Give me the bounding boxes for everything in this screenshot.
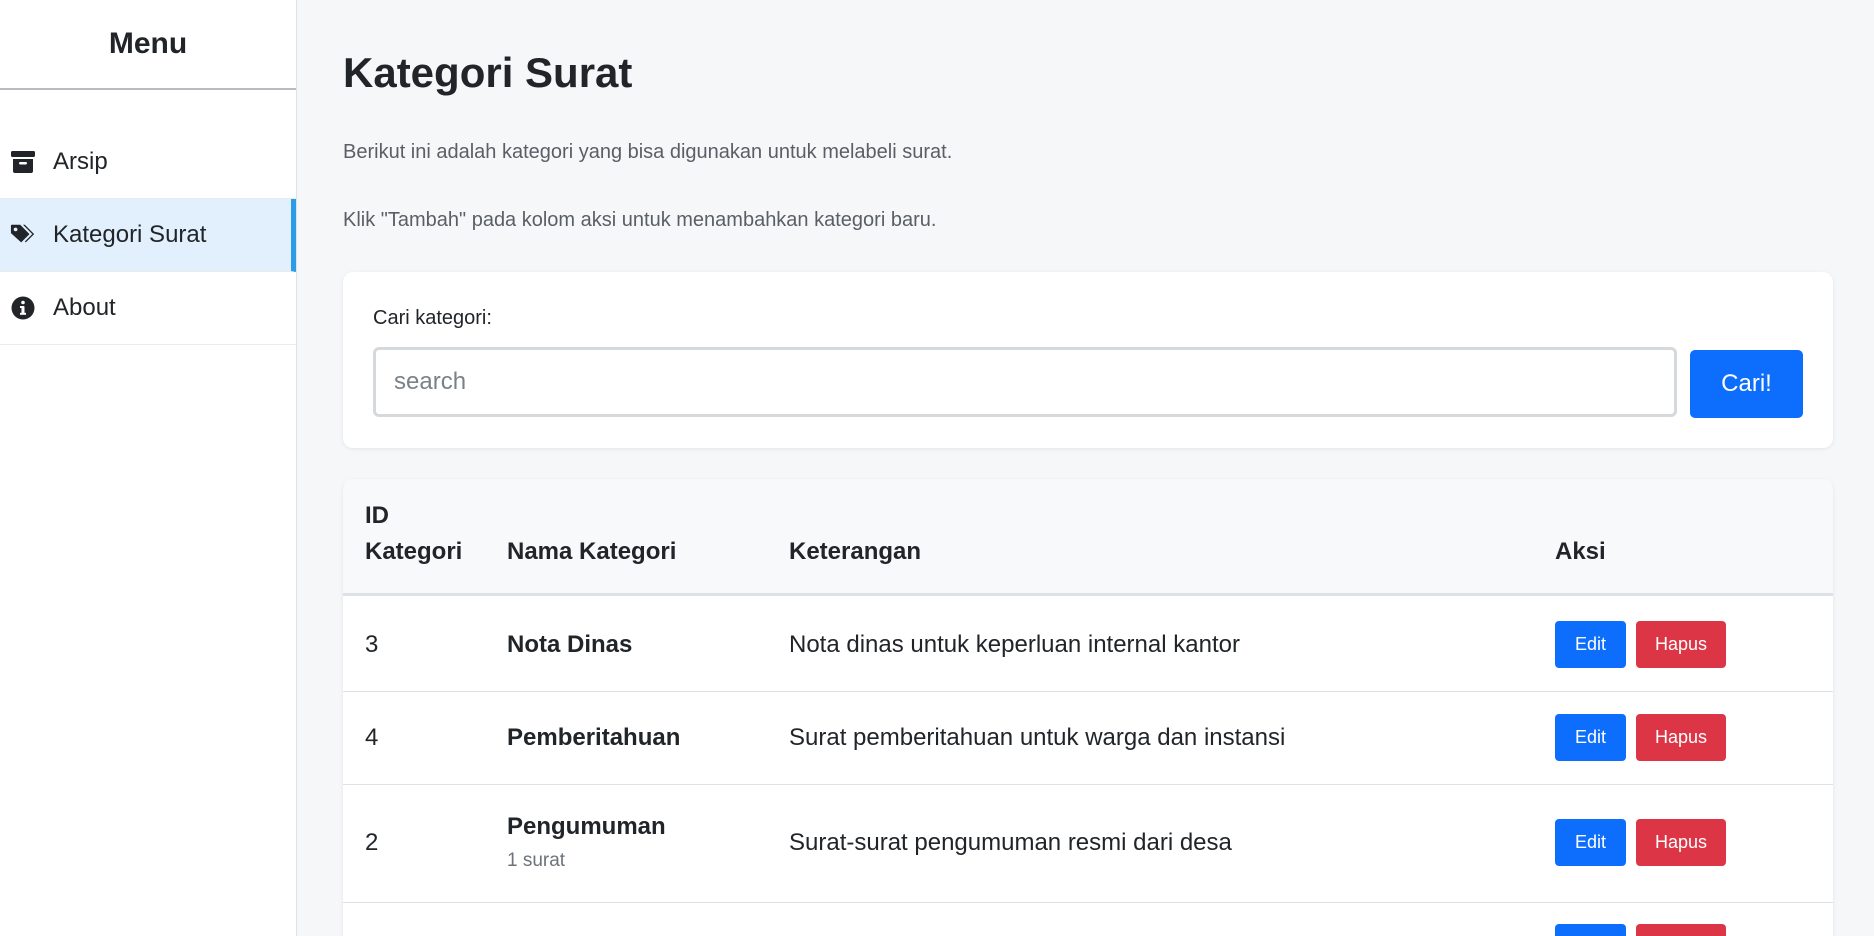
search-input[interactable] bbox=[373, 347, 1677, 417]
category-description: Surat pemberitahuan untuk warga dan inst… bbox=[789, 724, 1286, 751]
column-header-id: ID Kategori bbox=[365, 502, 463, 565]
column-header-description: Keterangan bbox=[789, 538, 922, 565]
table-row: 2 Pengumuman 1 surat Surat-surat pengumu… bbox=[343, 785, 1833, 903]
table-row bbox=[343, 903, 1833, 936]
sidebar-item-label: Arsip bbox=[53, 148, 108, 175]
sidebar-item-label: Kategori Surat bbox=[53, 221, 207, 248]
tags-icon bbox=[10, 222, 36, 248]
sidebar-item-arsip[interactable]: Arsip bbox=[0, 126, 296, 199]
sidebar-item-kategori-surat[interactable]: Kategori Surat bbox=[0, 199, 296, 272]
delete-button[interactable] bbox=[1636, 924, 1726, 936]
search-card: Cari kategori: Cari! bbox=[343, 272, 1833, 448]
page-title: Kategori Surat bbox=[343, 49, 633, 96]
search-button[interactable]: Cari! bbox=[1690, 350, 1803, 418]
column-header-action: Aksi bbox=[1555, 538, 1606, 565]
category-description: Nota dinas untuk keperluan internal kant… bbox=[789, 631, 1240, 658]
edit-button[interactable] bbox=[1555, 924, 1626, 936]
edit-button[interactable]: Edit bbox=[1555, 819, 1626, 866]
category-id: 4 bbox=[365, 724, 379, 751]
category-table: ID Kategori Nama Kategori Keterangan Aks… bbox=[343, 479, 1833, 936]
edit-button[interactable]: Edit bbox=[1555, 714, 1626, 761]
archive-icon bbox=[10, 149, 36, 175]
table-header: ID Kategori Nama Kategori Keterangan Aks… bbox=[343, 479, 1833, 596]
delete-button[interactable]: Hapus bbox=[1636, 819, 1726, 866]
table-row: 4 Pemberitahuan Surat pemberitahuan untu… bbox=[343, 692, 1833, 785]
sidebar-item-about[interactable]: About bbox=[0, 272, 296, 345]
category-name: Nota Dinas bbox=[507, 631, 633, 658]
search-label: Cari kategori: bbox=[373, 307, 492, 329]
page-hint: Klik "Tambah" pada kolom aksi untuk mena… bbox=[343, 209, 937, 231]
delete-button[interactable]: Hapus bbox=[1636, 714, 1726, 761]
category-id: 2 bbox=[365, 829, 379, 856]
table-row: 3 Nota Dinas Nota dinas untuk keperluan … bbox=[343, 599, 1833, 692]
info-icon bbox=[10, 295, 36, 321]
category-name: Pengumuman bbox=[507, 813, 666, 840]
column-header-name: Nama Kategori bbox=[507, 538, 677, 565]
category-description: Surat-surat pengumuman resmi dari desa bbox=[789, 829, 1232, 856]
sidebar: Menu Arsip Kategori Surat About bbox=[0, 0, 297, 936]
page-description: Berikut ini adalah kategori yang bisa di… bbox=[343, 141, 953, 163]
delete-button[interactable]: Hapus bbox=[1636, 621, 1726, 668]
sidebar-title: Menu bbox=[0, 0, 296, 90]
edit-button[interactable]: Edit bbox=[1555, 621, 1626, 668]
sidebar-item-label: About bbox=[53, 294, 116, 321]
category-id: 3 bbox=[365, 631, 379, 658]
category-name: Pemberitahuan bbox=[507, 724, 681, 751]
category-letter-count: 1 surat bbox=[507, 850, 566, 871]
